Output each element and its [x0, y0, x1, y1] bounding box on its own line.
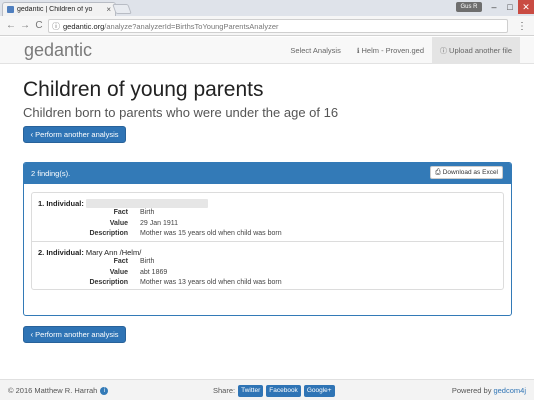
maximize-icon[interactable]: □: [502, 0, 518, 14]
perform-button-label: Perform another analysis: [35, 130, 119, 139]
fact-value: Birth: [140, 209, 155, 216]
page-title: Children of young parents: [23, 78, 264, 101]
page-footer: © 2016 Matthew R. Harrah i Share: Twitte…: [0, 379, 534, 400]
copyright-text: © 2016 Matthew R. Harrah: [8, 386, 98, 395]
url-path: /analyze?analyzerId=BirthsToYoungParents…: [104, 21, 279, 31]
app-navbar: gedantic Select Analysis ℹ Helm - Proven…: [0, 37, 534, 64]
value-label: Value: [109, 219, 128, 227]
share-group: Share: Twitter Facebook Google+: [213, 380, 335, 400]
findings-panel: 2 finding(s). ⎙ Download as Excel 1. Ind…: [23, 162, 512, 316]
download-excel-button[interactable]: ⎙ Download as Excel: [430, 166, 503, 179]
nav-links: Select Analysis ℹ Helm - Proven.ged ⓘ Up…: [282, 37, 520, 64]
perform-another-analysis-button-bottom[interactable]: ‹ Perform another analysis: [23, 326, 126, 343]
fact-row: Fact Birth: [38, 257, 497, 268]
fact-label: Fact: [113, 258, 128, 265]
upload-file-link[interactable]: ⓘ Upload another file: [432, 37, 520, 64]
description-value: Mother was 15 years old when child was b…: [140, 230, 282, 237]
upload-file-label: Upload another file: [449, 46, 512, 55]
browser-tab-bar: gedantic | Children of yo × Gus R – □ ✕: [0, 0, 534, 16]
browser-tab[interactable]: gedantic | Children of yo ×: [2, 2, 116, 16]
fact-label: Fact: [113, 209, 128, 216]
value-row: Value 29 Jan 1911: [38, 219, 497, 230]
gedcom4j-link[interactable]: gedcom4j: [493, 386, 526, 395]
finding-title: 2. Individual: Mary Ann /Helm/: [38, 248, 497, 257]
description-value: Mother was 13 years old when child was b…: [140, 279, 282, 286]
value-row: Value abt 1869: [38, 268, 497, 279]
perform-another-analysis-button[interactable]: ‹ Perform another analysis: [23, 126, 126, 143]
value-value: 29 Jan 1911: [140, 219, 179, 227]
back-arrow-icon[interactable]: ←: [4, 20, 18, 31]
download-excel-label: Download as Excel: [442, 169, 498, 176]
current-file-link[interactable]: ℹ Helm - Proven.ged: [349, 37, 432, 64]
close-window-icon[interactable]: ✕: [518, 0, 534, 14]
page-subtitle: Children born to parents who were under …: [23, 105, 339, 120]
chevron-left-icon: ‹: [30, 130, 34, 139]
current-file-label: Helm - Proven.ged: [361, 46, 425, 55]
description-row: Description Mother was 13 years old when…: [38, 278, 497, 289]
finding-title: 1. Individual:: [38, 199, 497, 208]
description-label: Description: [89, 230, 128, 237]
individual-name: Mary Ann /Helm/: [85, 248, 142, 257]
panel-body: 1. Individual: Fact Birth Value 29 Jan 1…: [24, 184, 511, 298]
powered-by: Powered by gedcom4j: [452, 380, 526, 400]
fact-row: Fact Birth: [38, 208, 497, 219]
site-info-icon[interactable]: ⓘ: [52, 21, 60, 32]
info-circle-icon: ℹ: [356, 47, 360, 55]
select-analysis-label: Select Analysis: [290, 46, 341, 55]
browser-toolbar: ← → C ⓘ gedantic.org /analyze?analyzerId…: [0, 16, 534, 36]
minimize-icon[interactable]: –: [486, 0, 502, 14]
powered-by-label: Powered by: [451, 386, 492, 395]
perform-button-label: Perform another analysis: [35, 330, 119, 339]
tab-close-icon[interactable]: ×: [106, 5, 111, 14]
finding-title-prefix: 2. Individual:: [38, 248, 84, 257]
list-item: 2. Individual: Mary Ann /Helm/ Fact Birt…: [32, 241, 503, 289]
select-analysis-link[interactable]: Select Analysis: [282, 37, 348, 64]
user-profile-badge[interactable]: Gus R: [456, 2, 482, 12]
brand-logo[interactable]: gedantic: [24, 37, 92, 64]
twitter-share-button[interactable]: Twitter: [238, 384, 264, 397]
redacted-name: [85, 199, 208, 208]
findings-count: 2 finding(s).: [31, 169, 71, 178]
facebook-share-button[interactable]: Facebook: [266, 384, 301, 397]
download-icon: ⎙: [435, 168, 441, 176]
info-icon[interactable]: i: [100, 386, 109, 395]
panel-heading: 2 finding(s). ⎙ Download as Excel: [24, 163, 511, 184]
reload-icon[interactable]: C: [32, 20, 46, 31]
value-value: abt 1869: [140, 268, 168, 276]
address-bar[interactable]: ⓘ gedantic.org /analyze?analyzerId=Birth…: [48, 19, 508, 33]
tab-title: gedantic | Children of yo: [17, 6, 93, 13]
url-host: gedantic.org: [63, 21, 105, 31]
copyright: © 2016 Matthew R. Harrah i: [8, 380, 109, 400]
description-row: Description Mother was 15 years old when…: [38, 229, 497, 240]
chevron-left-icon: ‹: [30, 330, 34, 339]
description-label: Description: [89, 279, 128, 286]
fact-value: Birth: [140, 258, 155, 265]
list-item: 1. Individual: Fact Birth Value 29 Jan 1…: [32, 193, 503, 241]
finding-title-prefix: 1. Individual:: [38, 199, 84, 208]
value-label: Value: [109, 268, 128, 276]
favicon-icon: [7, 6, 14, 13]
browser-menu-icon[interactable]: ⋮: [517, 21, 527, 32]
findings-list: 1. Individual: Fact Birth Value 29 Jan 1…: [31, 192, 504, 290]
upload-icon: ⓘ: [440, 47, 448, 55]
new-tab-button[interactable]: [112, 4, 132, 14]
googleplus-share-button[interactable]: Google+: [303, 384, 335, 397]
share-label: Share:: [213, 386, 236, 395]
forward-arrow-icon[interactable]: →: [18, 20, 32, 31]
